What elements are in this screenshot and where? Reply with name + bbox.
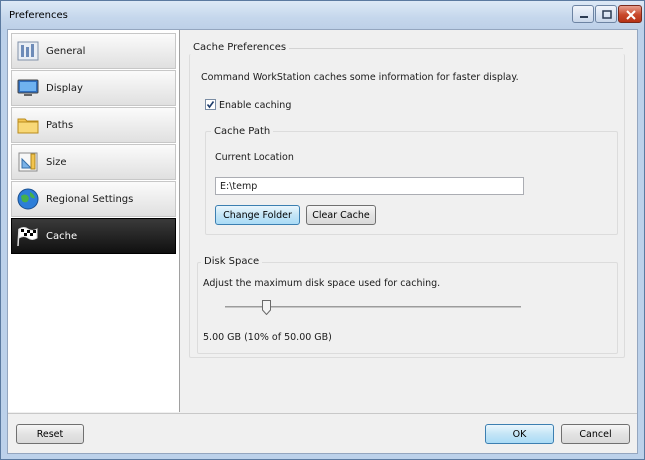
sidebar-item-paths[interactable]: Paths <box>11 107 176 143</box>
checkered-flag-icon <box>17 227 38 247</box>
maximize-icon <box>602 10 612 19</box>
cache-preferences-panel: Cache Preferences Command WorkStation ca… <box>181 30 637 412</box>
disk-space-slider-thumb[interactable] <box>262 300 272 315</box>
folder-icon <box>17 118 39 134</box>
general-icon <box>17 41 39 61</box>
cache-path-title: Cache Path <box>211 126 274 137</box>
disk-space-title: Disk Space <box>201 256 263 267</box>
size-icon <box>18 152 38 172</box>
enable-caching-label[interactable]: Enable caching <box>219 100 291 111</box>
cache-location-input[interactable]: E:\temp <box>215 177 524 195</box>
window-title: Preferences <box>9 10 68 21</box>
cache-description: Command WorkStation caches some informat… <box>201 72 519 83</box>
sidebar-item-size[interactable]: Size <box>11 144 176 180</box>
client-area: General Display Paths Size Regional Sett… <box>7 29 638 454</box>
reset-button[interactable]: Reset <box>16 424 84 444</box>
sidebar: General Display Paths Size Regional Sett… <box>8 30 180 412</box>
disk-space-description: Adjust the maximum disk space used for c… <box>203 278 441 289</box>
section-divider <box>289 48 623 49</box>
sidebar-item-display[interactable]: Display <box>11 70 176 106</box>
close-button[interactable] <box>618 5 642 23</box>
section-title: Cache Preferences <box>193 42 287 53</box>
disk-space-value: 5.00 GB (10% of 50.00 GB) <box>203 332 332 343</box>
preferences-window: Preferences General Display Paths Size R… <box>0 0 645 460</box>
globe-icon <box>17 188 39 210</box>
sidebar-item-general[interactable]: General <box>11 33 176 69</box>
sidebar-item-cache[interactable]: Cache <box>11 218 176 254</box>
checkmark-icon <box>206 101 215 109</box>
minimize-button[interactable] <box>572 5 594 23</box>
sidebar-item-label: Cache <box>46 230 78 242</box>
sidebar-item-label: General <box>46 45 86 57</box>
current-location-label: Current Location <box>215 152 294 163</box>
maximize-button[interactable] <box>595 5 617 23</box>
display-icon <box>17 79 39 96</box>
change-folder-button[interactable]: Change Folder <box>215 205 300 225</box>
enable-caching-checkbox[interactable] <box>205 99 216 110</box>
cancel-button[interactable]: Cancel <box>561 424 630 444</box>
dialog-footer: Reset OK Cancel <box>8 413 637 453</box>
sidebar-item-label: Regional Settings <box>46 193 134 205</box>
sidebar-item-regional-settings[interactable]: Regional Settings <box>11 181 176 217</box>
clear-cache-button[interactable]: Clear Cache <box>306 205 376 225</box>
sidebar-item-label: Paths <box>46 119 74 131</box>
minimize-icon <box>580 16 588 18</box>
title-bar[interactable]: Preferences <box>1 1 644 29</box>
sidebar-item-label: Size <box>46 156 67 168</box>
close-icon <box>626 10 636 20</box>
ok-button[interactable]: OK <box>485 424 554 444</box>
sidebar-item-label: Display <box>46 82 83 94</box>
